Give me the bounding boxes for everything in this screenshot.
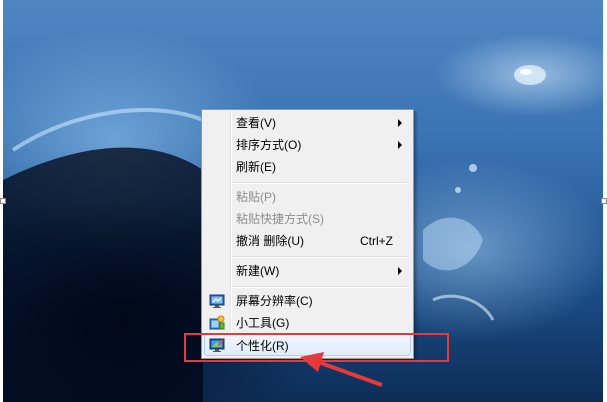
menu-item-label: 撤消 删除(U) [236, 234, 304, 248]
resize-handle-right [601, 198, 607, 204]
desktop-context-menu: 查看(V) 排序方式(O) 刷新(E) 粘贴(P) 粘贴快捷方式(S) 撤消 删… [201, 109, 414, 359]
resize-handle-left [0, 198, 6, 204]
menu-item-paste[interactable]: 粘贴(P) [204, 186, 411, 208]
menu-separator [232, 256, 410, 258]
menu-item-label: 查看(V) [236, 116, 276, 130]
menu-item-label: 新建(W) [236, 264, 280, 278]
menu-item-view[interactable]: 查看(V) [204, 112, 411, 134]
submenu-arrow-icon [398, 267, 402, 275]
menu-item-label: 屏幕分辨率(C) [236, 294, 313, 308]
gadgets-icon [209, 315, 225, 330]
menu-item-undo-delete[interactable]: 撤消 删除(U) Ctrl+Z [204, 230, 411, 252]
menu-item-label: 排序方式(O) [236, 138, 302, 152]
screen-resolution-icon [209, 294, 225, 308]
menu-item-paste-shortcut[interactable]: 粘贴快捷方式(S) [204, 208, 411, 230]
menu-item-label: 粘贴快捷方式(S) [236, 212, 324, 226]
menu-separator [232, 286, 410, 288]
menu-item-gadgets[interactable]: 小工具(G) [204, 312, 411, 334]
menu-item-label: 粘贴(P) [236, 190, 276, 204]
annotation-highlight-box [184, 333, 449, 362]
menu-item-label: 刷新(E) [236, 160, 276, 174]
menu-item-label: 小工具(G) [236, 316, 290, 330]
menu-item-new[interactable]: 新建(W) [204, 260, 411, 282]
menu-item-refresh[interactable]: 刷新(E) [204, 156, 411, 178]
menu-item-shortcut: Ctrl+Z [360, 234, 393, 248]
menu-separator [232, 182, 410, 184]
menu-item-sort-by[interactable]: 排序方式(O) [204, 134, 411, 156]
submenu-arrow-icon [398, 119, 402, 127]
menu-item-screen-resolution[interactable]: 屏幕分辨率(C) [204, 290, 411, 312]
submenu-arrow-icon [398, 141, 402, 149]
